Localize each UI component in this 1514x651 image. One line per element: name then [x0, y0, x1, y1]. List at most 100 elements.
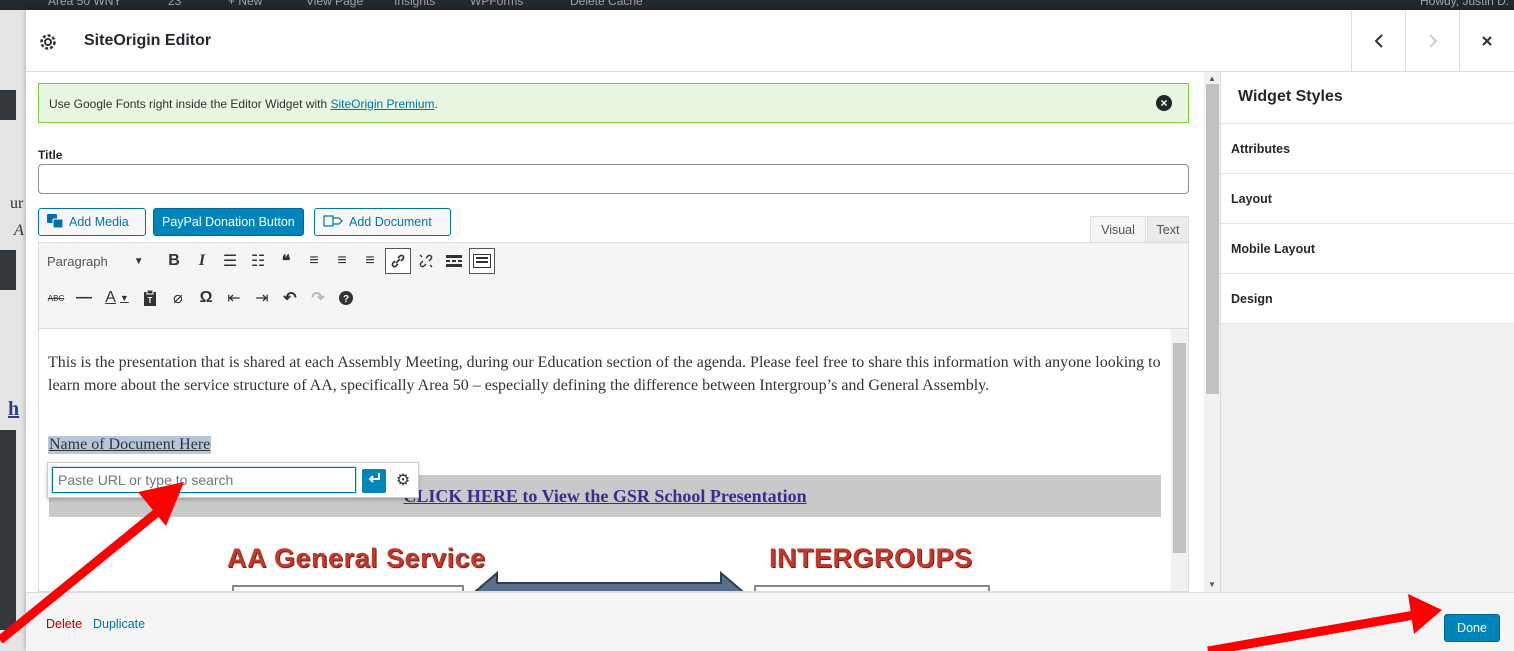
- blockquote-icon[interactable]: ❝: [273, 248, 299, 274]
- close-icon: [1481, 36, 1492, 46]
- style-section-mobile-layout[interactable]: Mobile Layout: [1221, 224, 1514, 274]
- x-circle-icon[interactable]: ×: [1156, 95, 1172, 111]
- paypal-donation-label: PayPal Donation Button: [162, 215, 295, 229]
- media-icon: [47, 213, 64, 231]
- toolbar-row-1: Paragraph ▼ B I ☰ ☷ ❝ ≡ ≡ ≡: [43, 246, 497, 276]
- link-url-input[interactable]: [52, 467, 356, 493]
- adminbar-insights[interactable]: Insights: [394, 0, 435, 8]
- tab-text[interactable]: Text: [1147, 216, 1189, 242]
- format-select[interactable]: Paragraph ▼: [43, 248, 161, 274]
- bullet-list-icon[interactable]: ☰: [217, 248, 243, 274]
- gear-icon: ⚙: [395, 472, 411, 489]
- enter-icon: [368, 473, 380, 483]
- editor-body-scrollbar[interactable]: [1171, 329, 1188, 591]
- adminbar-view-page[interactable]: View Page: [306, 0, 363, 8]
- next-widget-button[interactable]: [1405, 10, 1459, 72]
- undo-icon[interactable]: ↶: [277, 285, 303, 311]
- title-input[interactable]: [38, 164, 1189, 194]
- diagram-right-box: [754, 585, 990, 591]
- widget-form: Use Google Fonts right inside the Editor…: [26, 72, 1194, 592]
- style-section-layout[interactable]: Layout: [1221, 174, 1514, 224]
- bold-icon[interactable]: B: [161, 248, 187, 274]
- add-media-label: Add Media: [69, 215, 129, 229]
- document-icon: [323, 214, 343, 230]
- tinymce-editor: Paragraph ▼ B I ☰ ☷ ❝ ≡ ≡ ≡ ABC — A ▼ T …: [38, 242, 1189, 592]
- toolbar-toggle-icon[interactable]: [469, 248, 495, 274]
- indent-icon[interactable]: ⇥: [249, 285, 275, 311]
- editor-body[interactable]: This is the presentation that is shared …: [39, 329, 1171, 591]
- link-settings-button[interactable]: ⚙: [392, 469, 414, 493]
- background-text-fragment: A: [14, 222, 24, 239]
- adminbar-new[interactable]: + New: [228, 0, 262, 8]
- delete-link[interactable]: Delete: [46, 617, 82, 631]
- close-modal-button[interactable]: [1459, 10, 1513, 72]
- background-sidebar-block: [0, 250, 16, 290]
- unlink-icon[interactable]: [413, 248, 439, 274]
- adminbar-wpforms[interactable]: WPForms: [470, 0, 523, 8]
- strikethrough-icon[interactable]: ABC: [43, 285, 69, 311]
- notice-text-after: .: [434, 97, 438, 111]
- premium-notice: Use Google Fonts right inside the Editor…: [38, 83, 1189, 123]
- add-document-label: Add Document: [349, 215, 432, 229]
- read-more-icon[interactable]: [441, 248, 467, 274]
- clear-formatting-icon[interactable]: ⌀: [165, 285, 191, 311]
- selected-document-link[interactable]: Name of Document Here: [48, 436, 212, 454]
- intro-paragraph: This is the presentation that is shared …: [48, 354, 1161, 394]
- adminbar-account[interactable]: Howdy, Justin D.: [1420, 0, 1509, 8]
- siteorigin-premium-link[interactable]: SiteOrigin Premium: [330, 97, 434, 111]
- background-sidebar-block: [0, 430, 16, 630]
- add-media-button[interactable]: Add Media: [38, 208, 146, 236]
- siteorigin-gear-icon: [40, 34, 56, 50]
- previous-widget-button[interactable]: [1351, 10, 1405, 72]
- scroll-down-icon[interactable]: ▼: [1208, 580, 1216, 589]
- outdent-icon[interactable]: ⇤: [221, 285, 247, 311]
- scroll-up-icon[interactable]: ▲: [1208, 74, 1216, 83]
- adminbar-delete-cache[interactable]: Delete Cache: [570, 0, 643, 8]
- diagram-left-title: AA General Service: [227, 543, 486, 573]
- style-section-attributes[interactable]: Attributes: [1221, 124, 1514, 174]
- background-link-fragment: h: [8, 398, 20, 420]
- align-center-icon[interactable]: ≡: [329, 248, 355, 274]
- modal-title: SiteOrigin Editor: [84, 32, 212, 49]
- numbered-list-icon[interactable]: ☷: [245, 248, 271, 274]
- link-icon[interactable]: [385, 248, 411, 274]
- form-scrollbar[interactable]: ▲ ▼: [1204, 72, 1221, 592]
- tab-visual[interactable]: Visual: [1090, 216, 1146, 243]
- diagram-left-box: [232, 585, 464, 591]
- adminbar-updates[interactable]: 23: [168, 0, 181, 8]
- notice-text: Use Google Fonts right inside the Editor…: [49, 97, 438, 111]
- form-scroll-thumb[interactable]: [1206, 84, 1219, 394]
- style-section-design[interactable]: Design: [1221, 274, 1514, 324]
- diagram-double-arrow: [474, 570, 744, 591]
- inline-link-toolbar: ⚙: [47, 462, 419, 498]
- add-document-button[interactable]: Add Document: [314, 208, 451, 236]
- siteorigin-editor-modal: SiteOrigin Editor Use Google Fonts right…: [26, 10, 1514, 651]
- paste-text-icon[interactable]: T: [137, 285, 163, 311]
- apply-link-button[interactable]: [362, 469, 386, 493]
- paypal-donation-button[interactable]: PayPal Donation Button: [153, 208, 304, 236]
- chevron-right-icon: [1428, 34, 1437, 48]
- format-select-value: Paragraph: [47, 253, 108, 269]
- background-sidebar-block: [0, 90, 16, 120]
- align-left-icon[interactable]: ≡: [301, 248, 327, 274]
- adminbar-site-name[interactable]: Area 50 WNY: [48, 0, 121, 8]
- screen: Area 50 WNY 23 + New View Page Insights …: [0, 0, 1514, 651]
- special-character-icon[interactable]: Ω: [193, 285, 219, 311]
- duplicate-link[interactable]: Duplicate: [93, 617, 145, 631]
- background-page: ur A h: [0, 10, 26, 651]
- modal-header: SiteOrigin Editor: [26, 10, 1514, 72]
- wp-admin-bar: Area 50 WNY 23 + New View Page Insights …: [0, 0, 1514, 10]
- chevron-left-icon: [1374, 34, 1383, 48]
- horizontal-line-icon[interactable]: —: [71, 285, 97, 311]
- widget-styles-header: Widget Styles: [1221, 72, 1514, 124]
- editor-scroll-thumb[interactable]: [1173, 343, 1186, 553]
- widget-styles-panel: Widget Styles Attributes Layout Mobile L…: [1220, 72, 1514, 592]
- done-button[interactable]: Done: [1444, 614, 1500, 642]
- help-icon[interactable]: ?: [333, 285, 359, 311]
- text-color-icon[interactable]: A ▼: [99, 285, 135, 311]
- redo-icon[interactable]: ↷: [305, 285, 331, 311]
- italic-icon[interactable]: I: [189, 248, 215, 274]
- editor-toolbar: Paragraph ▼ B I ☰ ☷ ❝ ≡ ≡ ≡ ABC — A ▼ T …: [39, 243, 1188, 329]
- align-right-icon[interactable]: ≡: [357, 248, 383, 274]
- svg-text:?: ?: [343, 294, 349, 305]
